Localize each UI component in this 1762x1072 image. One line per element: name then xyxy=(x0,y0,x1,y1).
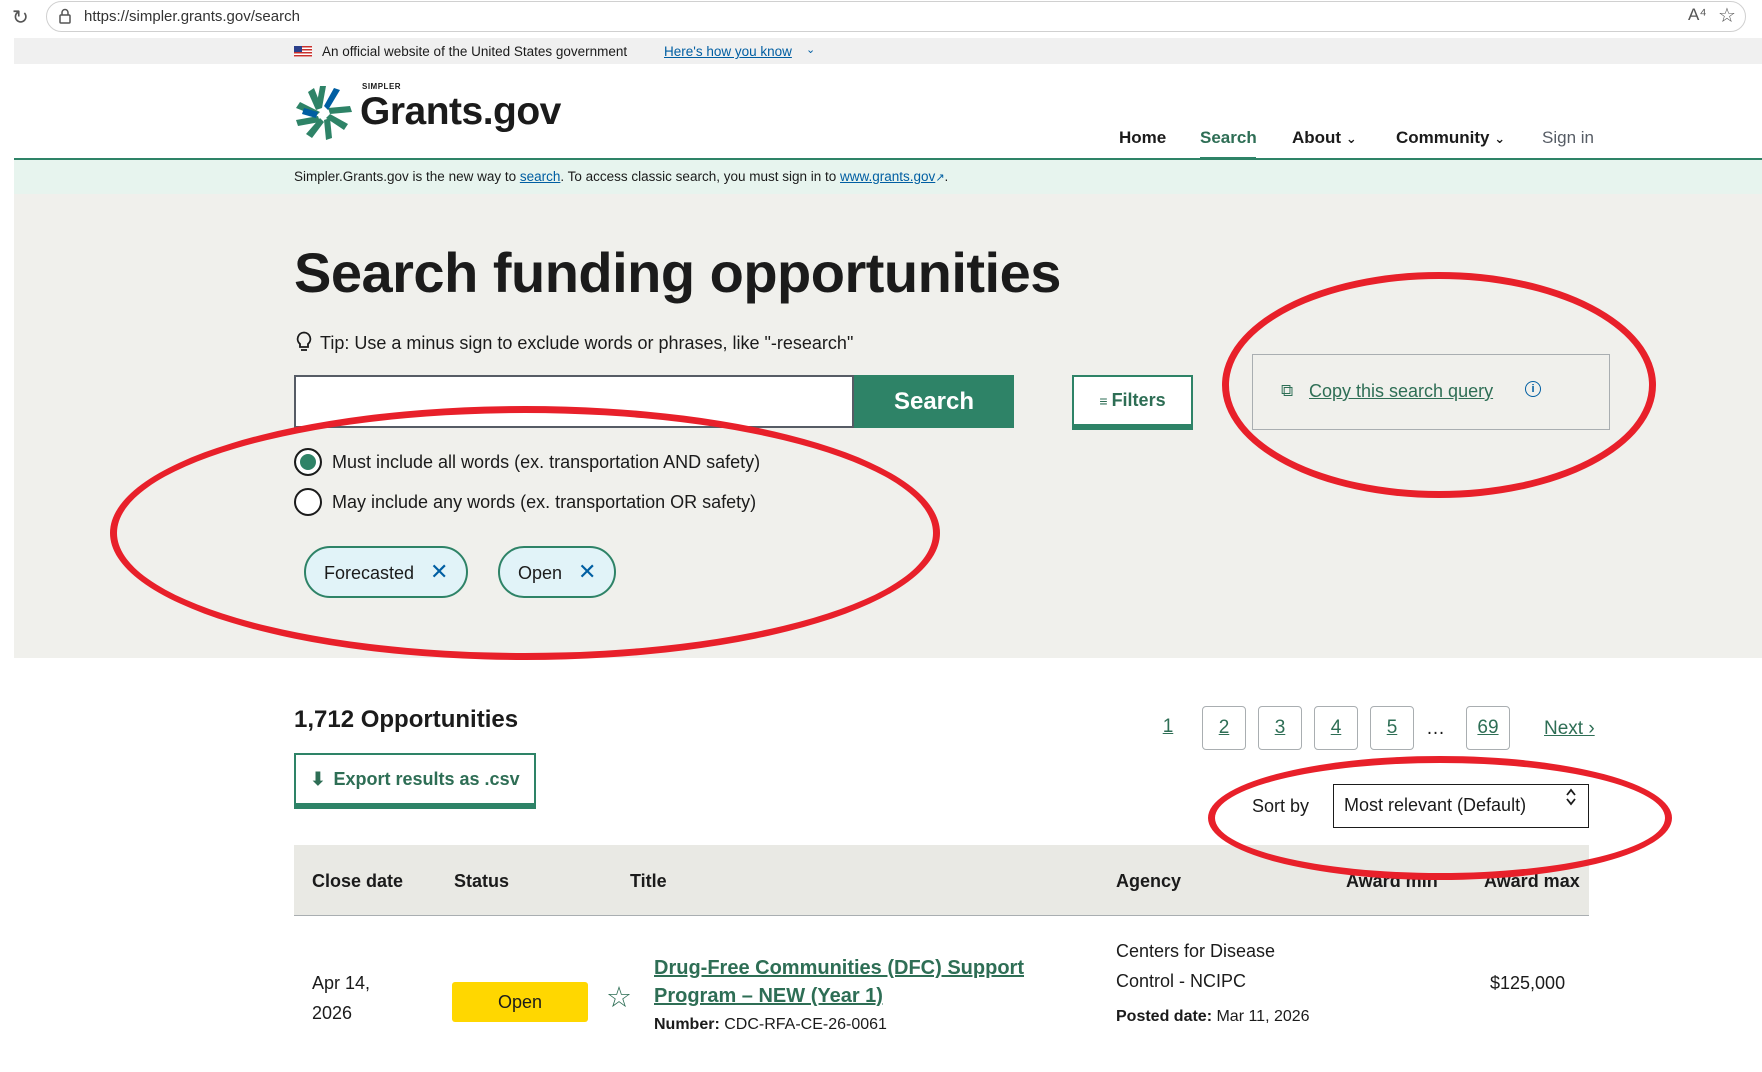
lightbulb-icon xyxy=(296,331,312,358)
col-status[interactable]: Status xyxy=(454,871,509,892)
close-icon[interactable]: ✕ xyxy=(430,559,448,584)
opportunity-number: Number: CDC-RFA-CE-26-0061 xyxy=(654,1016,887,1033)
reload-icon[interactable]: ↻ xyxy=(12,5,29,30)
copy-icon[interactable]: ⧉ xyxy=(1281,381,1293,401)
close-date-line1: Apr 14, xyxy=(312,973,371,993)
pagination-ellipsis: … xyxy=(1426,718,1445,739)
nav-sign-in[interactable]: Sign in xyxy=(1542,128,1594,148)
heres-how-you-know-link[interactable]: Here's how you know xyxy=(664,44,792,59)
copy-query-box: ⧉ Copy this search query i xyxy=(1252,354,1610,430)
page-link-5[interactable]: 5 xyxy=(1370,706,1414,750)
next-page-link[interactable]: Next › xyxy=(1544,718,1595,740)
opportunity-title-link[interactable]: Drug-Free Communities (DFC) Support Prog… xyxy=(654,954,1054,1010)
results-count: 1,712 Opportunities xyxy=(294,706,519,733)
filter-pill-forecasted[interactable]: Forecasted ✕ xyxy=(304,546,469,598)
us-flag-icon xyxy=(294,46,312,57)
browser-toolbar: ↻ https://simpler.grants.gov/search A⁴ ☆ xyxy=(0,0,1762,34)
alert-search-link[interactable]: search xyxy=(520,169,561,184)
info-alert: Simpler.Grants.gov is the new way to sea… xyxy=(14,160,1762,194)
grants-logo-icon[interactable] xyxy=(292,82,354,142)
site-header: SIMPLER Grants.gov Home Search About ⌄ C… xyxy=(14,64,1762,161)
filter-pill-open[interactable]: Open ✕ xyxy=(498,546,617,598)
read-aloud-icon[interactable]: A⁴ xyxy=(1688,5,1707,25)
chevron-down-icon: ⌄ xyxy=(1494,131,1506,146)
gov-banner-text: An official website of the United States… xyxy=(322,44,628,59)
page-link-69[interactable]: 69 xyxy=(1466,706,1510,750)
agency-name: Centers for Disease Control - NCIPC xyxy=(1116,941,1276,991)
address-bar[interactable] xyxy=(46,1,1746,32)
export-csv-button[interactable]: ⬇ Export results as .csv xyxy=(294,753,536,809)
col-close-date[interactable]: Close date xyxy=(312,871,403,892)
radio-any-words-label[interactable]: May include any words (ex. transportatio… xyxy=(332,492,756,513)
chevron-down-icon: ⌄ xyxy=(1345,131,1357,146)
star-icon[interactable]: ☆ xyxy=(606,980,632,1015)
close-icon[interactable]: ✕ xyxy=(578,559,596,584)
search-section: Search funding opportunities Tip: Use a … xyxy=(14,194,1762,658)
page-link-1[interactable]: 1 xyxy=(1146,706,1190,750)
radio-any-words[interactable] xyxy=(294,488,322,516)
page: An official website of the United States… xyxy=(14,38,1762,1072)
page-link-4[interactable]: 4 xyxy=(1314,706,1358,750)
award-max-value: $125,000 xyxy=(1490,973,1566,993)
search-input[interactable] xyxy=(294,375,854,428)
alert-text: Simpler.Grants.gov is the new way to sea… xyxy=(294,169,949,184)
logo-text[interactable]: Grants.gov xyxy=(360,90,561,134)
alert-grants-link[interactable]: www.grants.gov xyxy=(840,169,935,184)
status-badge: Open xyxy=(452,982,588,1022)
close-date-line2: 2026 xyxy=(312,1003,353,1023)
nav-search[interactable]: Search xyxy=(1200,128,1257,148)
col-award-max[interactable]: Award max xyxy=(1484,871,1580,892)
sort-select[interactable]: Most relevant (Default) xyxy=(1333,784,1589,828)
url-text[interactable]: https://simpler.grants.gov/search xyxy=(84,8,300,25)
table-header: Close date Status Title Agency Award min… xyxy=(294,845,1589,916)
radio-all-words[interactable] xyxy=(294,448,322,476)
filter-icon: ≡ xyxy=(1099,393,1108,409)
lock-icon[interactable] xyxy=(58,8,72,29)
favorite-icon[interactable]: ☆ xyxy=(1718,3,1736,28)
page-link-2[interactable]: 2 xyxy=(1202,706,1246,750)
col-title[interactable]: Title xyxy=(630,871,667,892)
filters-button[interactable]: ≡ Filters xyxy=(1072,375,1193,430)
info-icon[interactable]: i xyxy=(1525,381,1541,397)
external-link-icon: ↗ xyxy=(935,172,945,184)
select-arrows-icon xyxy=(1566,785,1576,812)
sort-label: Sort by xyxy=(1252,796,1310,816)
nav-home[interactable]: Home xyxy=(1119,128,1166,148)
search-tip: Tip: Use a minus sign to exclude words o… xyxy=(320,333,854,353)
posted-date: Posted date: Mar 11, 2026 xyxy=(1116,1008,1310,1025)
chevron-down-icon[interactable]: ⌄ xyxy=(806,43,815,56)
page-link-3[interactable]: 3 xyxy=(1258,706,1302,750)
nav-community[interactable]: Community ⌄ xyxy=(1396,128,1505,148)
copy-search-query-link[interactable]: Copy this search query xyxy=(1309,381,1493,402)
search-button[interactable]: Search xyxy=(854,375,1014,428)
col-award-min[interactable]: Award min xyxy=(1346,871,1438,892)
col-agency[interactable]: Agency xyxy=(1116,871,1181,892)
download-icon: ⬇ xyxy=(310,768,326,789)
radio-all-words-label[interactable]: Must include all words (ex. transportati… xyxy=(332,452,760,473)
page-title: Search funding opportunities xyxy=(294,241,1061,304)
gov-banner: An official website of the United States… xyxy=(14,38,1762,64)
nav-about[interactable]: About ⌄ xyxy=(1292,128,1357,148)
